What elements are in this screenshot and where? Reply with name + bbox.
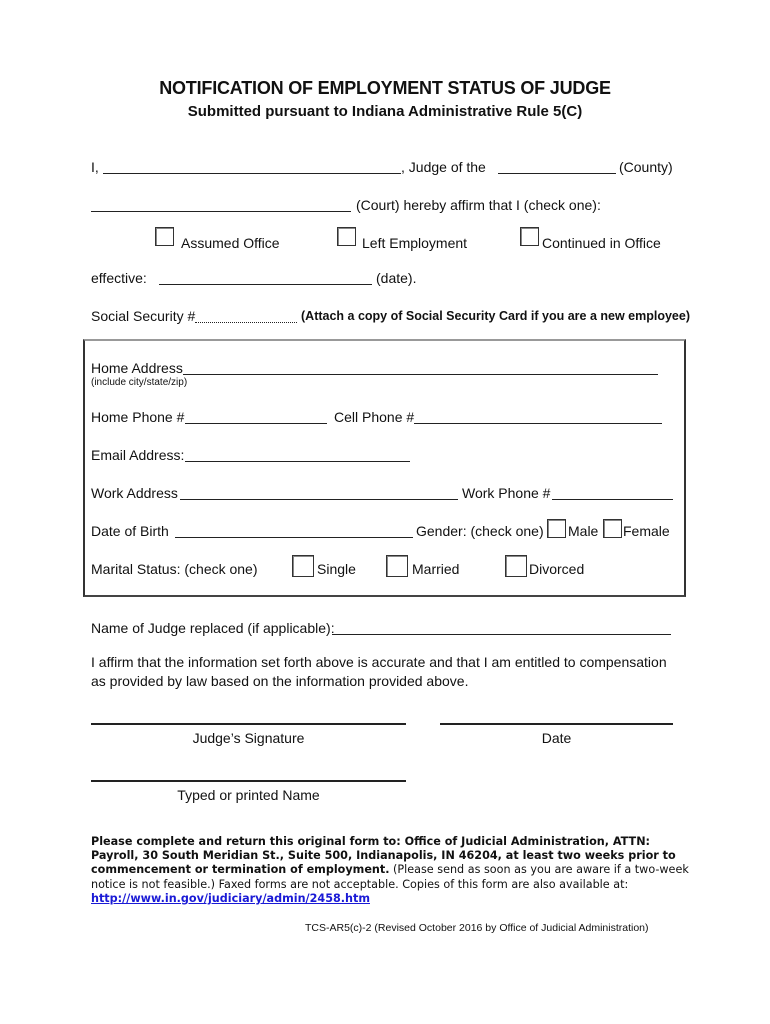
work-phone-field[interactable] xyxy=(552,499,673,500)
judge-name-field[interactable] xyxy=(103,173,401,174)
form-title: NOTIFICATION OF EMPLOYMENT STATUS OF JUD… xyxy=(159,78,611,98)
home-phone-field[interactable] xyxy=(185,423,327,424)
left-employment-label: Left Employment xyxy=(362,235,468,251)
county-label: (County) xyxy=(619,159,673,175)
divorced-checkbox[interactable] xyxy=(505,555,527,577)
judge-of-the-label: , Judge of the xyxy=(401,159,486,175)
female-checkbox[interactable] xyxy=(603,519,622,538)
ssn-field[interactable] xyxy=(195,322,297,323)
affirmation-line-2: as provided by law based on the informat… xyxy=(91,673,469,689)
married-checkbox[interactable] xyxy=(386,555,408,577)
court-field[interactable] xyxy=(91,211,351,212)
date-suffix-label: (date). xyxy=(376,270,417,286)
replaced-judge-label: Name of Judge replaced (if applicable): xyxy=(91,620,335,636)
effective-date-field[interactable] xyxy=(159,284,372,285)
email-label: Email Address: xyxy=(91,447,185,463)
form-copies-link[interactable]: http://www.in.gov/judiciary/admin/2458.h… xyxy=(91,892,370,905)
replaced-judge-field[interactable] xyxy=(332,634,671,635)
gender-label: Gender: (check one) xyxy=(416,523,544,539)
assumed-office-checkbox[interactable] xyxy=(155,227,174,246)
intro-prefix: I, xyxy=(91,159,99,175)
male-checkbox[interactable] xyxy=(547,519,566,538)
married-label: Married xyxy=(412,561,460,577)
divorced-label: Divorced xyxy=(529,561,585,577)
single-checkbox[interactable] xyxy=(292,555,314,577)
printed-name-field[interactable] xyxy=(91,780,406,782)
work-address-label: Work Address xyxy=(91,485,178,501)
return-instructions: Please complete and return this original… xyxy=(91,835,691,906)
date-field[interactable] xyxy=(440,723,673,725)
left-employment-checkbox[interactable] xyxy=(337,227,356,246)
revision-footer: TCS-AR5(c)-2 (Revised October 2016 by Of… xyxy=(305,922,649,934)
work-address-field[interactable] xyxy=(180,499,458,500)
effective-label: effective: xyxy=(91,270,147,286)
court-label: (Court) hereby affirm that I (check one)… xyxy=(356,197,601,213)
cell-phone-field[interactable] xyxy=(414,423,662,424)
continued-in-office-label: Continued in Office xyxy=(542,235,661,251)
printed-name-label: Typed or printed Name xyxy=(177,787,320,803)
dob-field[interactable] xyxy=(175,537,413,538)
date-label: Date xyxy=(541,730,572,746)
home-address-field[interactable] xyxy=(183,374,658,375)
male-label: Male xyxy=(568,523,599,539)
form-subtitle: Submitted pursuant to Indiana Administra… xyxy=(187,103,583,120)
assumed-office-label: Assumed Office xyxy=(181,235,280,251)
single-label: Single xyxy=(317,561,356,577)
email-field[interactable] xyxy=(185,461,410,462)
marital-status-label: Marital Status: (check one) xyxy=(91,561,258,577)
work-phone-label: Work Phone # xyxy=(462,485,551,501)
county-field[interactable] xyxy=(498,173,616,174)
female-label: Female xyxy=(623,523,670,539)
signature-label: Judge’s Signature xyxy=(192,730,305,746)
cell-phone-label: Cell Phone # xyxy=(334,409,415,425)
ssn-label: Social Security # xyxy=(91,308,196,324)
home-address-label: Home Address xyxy=(91,360,183,376)
ssn-note: (Attach a copy of Social Security Card i… xyxy=(301,309,691,323)
continued-in-office-checkbox[interactable] xyxy=(520,227,539,246)
dob-label: Date of Birth xyxy=(91,523,169,539)
home-address-hint: (include city/state/zip) xyxy=(91,377,188,388)
signature-field[interactable] xyxy=(91,723,406,725)
affirmation-line-1: I affirm that the information set forth … xyxy=(91,654,667,670)
home-phone-label: Home Phone # xyxy=(91,409,185,425)
